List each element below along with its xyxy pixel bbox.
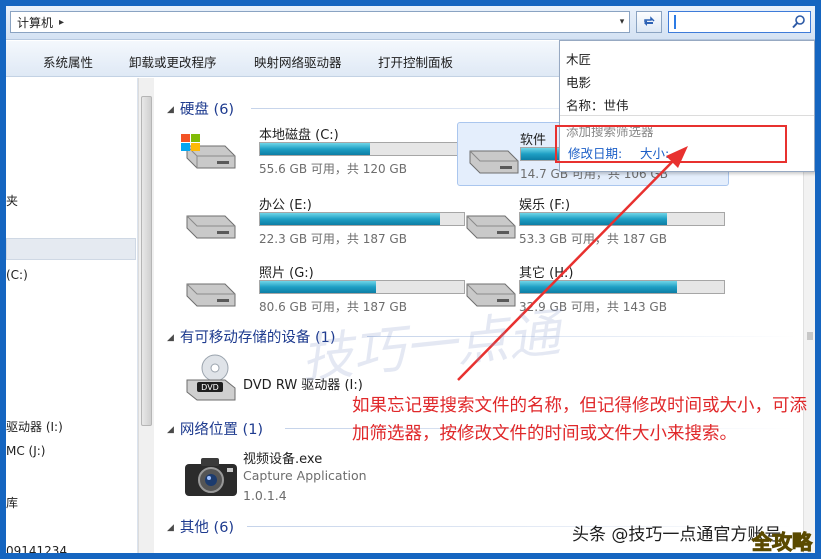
navigation-pane: 夹 (C:) 驱动器 (I:) MC (J:) 库 09141234 [6,78,138,553]
search-input[interactable] [668,11,811,33]
drive-space-info: 55.6 GB 可用，共 120 GB [259,162,407,176]
drive-name: 娱乐 (F:) [519,198,571,213]
address-box[interactable]: 计算机 ▸ [10,11,630,33]
collapse-triangle-icon[interactable]: ◢ [167,105,174,115]
dropdown-divider [560,115,814,116]
uninstall-program-button[interactable]: 卸载或更改程序 [129,52,217,71]
drive-space-info: 53.3 GB 可用，共 187 GB [519,232,667,246]
refresh-button[interactable] [636,11,662,33]
group-hard-disks[interactable]: ◢ 硬盘 (6) [167,98,234,119]
drive-usage-fill [260,213,440,225]
search-history-item[interactable]: 电影 [566,72,591,91]
explorer-window: 计算机 ▸ ▾ 系统属性 卸载或更改程序 映射网络驱动器 打开控制面板 夹 (C… [6,6,815,553]
nav-item-drive-c[interactable]: (C:) [6,268,28,282]
drive-usage-fill [520,213,667,225]
breadcrumb-chevron-icon[interactable]: ▸ [59,17,64,28]
drive-name: 办公 (E:) [259,198,312,213]
drive-name: 其它 (H:) [519,266,574,281]
group-other[interactable]: ◢ 其他 (6) [167,516,234,537]
nav-item-drive-j[interactable]: MC (J:) [6,444,46,458]
camera-icon [185,458,237,496]
nav-selected-row[interactable] [6,238,136,260]
system-properties-button[interactable]: 系统属性 [43,52,93,71]
drive-name: 本地磁盘 (C:) [259,128,339,143]
collapse-triangle-icon[interactable]: ◢ [167,333,174,343]
search-history-item[interactable]: 木匠 [566,49,591,68]
network-device-version: 1.0.1.4 [243,488,287,503]
group-hard-disks-label: 硬盘 (6) [179,102,235,118]
address-dropdown-icon[interactable]: ▾ [614,11,630,33]
nav-item-library[interactable]: 库 [6,494,18,511]
drive-usage-bar [259,280,465,294]
dvd-badge: DVD [201,383,219,392]
collapse-triangle-icon[interactable]: ◢ [167,523,174,533]
drive-icon [186,215,236,239]
drive-icon [469,150,519,174]
drive-usage-bar [259,142,465,156]
scrollbar-grip[interactable] [807,332,813,340]
brand-credit: 头条 @技巧一点通官方账号 [572,525,782,545]
highlight-box [555,125,787,163]
nav-item-folder[interactable]: 夹 [6,192,18,209]
windows-drive-icon [181,134,236,169]
drive-icon [186,283,236,307]
nav-scrollbar[interactable] [138,78,154,553]
drive-usage-fill [260,281,377,293]
drive-icon [466,215,516,239]
text-caret [674,15,676,29]
drive-name: 软件 [520,133,547,148]
annotation-text: 如果忘记要搜索文件的名称，但记得修改时间或大小，可添加筛选器，按修改文件的时间或… [352,396,807,444]
drive-usage-fill [260,143,371,155]
search-history-item[interactable]: 名称：世伟 [566,95,629,114]
drive-usage-bar [259,212,465,226]
collapse-triangle-icon[interactable]: ◢ [167,425,174,435]
network-device-tile[interactable]: 视频设备.exe Capture Application 1.0.1.4 [175,444,445,508]
drive-usage-bar [519,212,725,226]
network-device-name: 视频设备.exe [243,452,323,467]
address-bar: 计算机 ▸ ▾ [6,6,815,40]
drive-tile-e[interactable]: 办公 (E:) 22.3 GB 可用，共 187 GB [175,188,465,248]
drive-space-info: 22.3 GB 可用，共 187 GB [259,232,407,246]
open-control-panel-button[interactable]: 打开控制面板 [378,52,453,71]
search-icon[interactable] [791,14,807,30]
map-network-drive-button[interactable]: 映射网络驱动器 [254,52,342,71]
corner-logo: 全攻略 [752,530,813,555]
nav-item-user[interactable]: 09141234 [6,544,67,553]
breadcrumb-computer[interactable]: 计算机 [17,14,53,31]
refresh-icon [644,16,655,26]
group-network-label: 网络位置 (1) [179,422,264,438]
group-other-label: 其他 (6) [179,520,235,536]
drive-tile-c[interactable]: 本地磁盘 (C:) 55.6 GB 可用，共 120 GB [175,118,465,178]
nav-item-drive-i[interactable]: 驱动器 (I:) [6,418,63,435]
network-device-desc: Capture Application [243,468,367,483]
nav-scrollbar-thumb[interactable] [141,96,152,426]
drive-tile-f[interactable]: 娱乐 (F:) 53.3 GB 可用，共 187 GB [455,188,725,248]
drive-name: 照片 (G:) [259,266,314,281]
dvd-drive-icon: DVD [186,354,236,401]
group-network[interactable]: ◢ 网络位置 (1) [167,418,263,439]
